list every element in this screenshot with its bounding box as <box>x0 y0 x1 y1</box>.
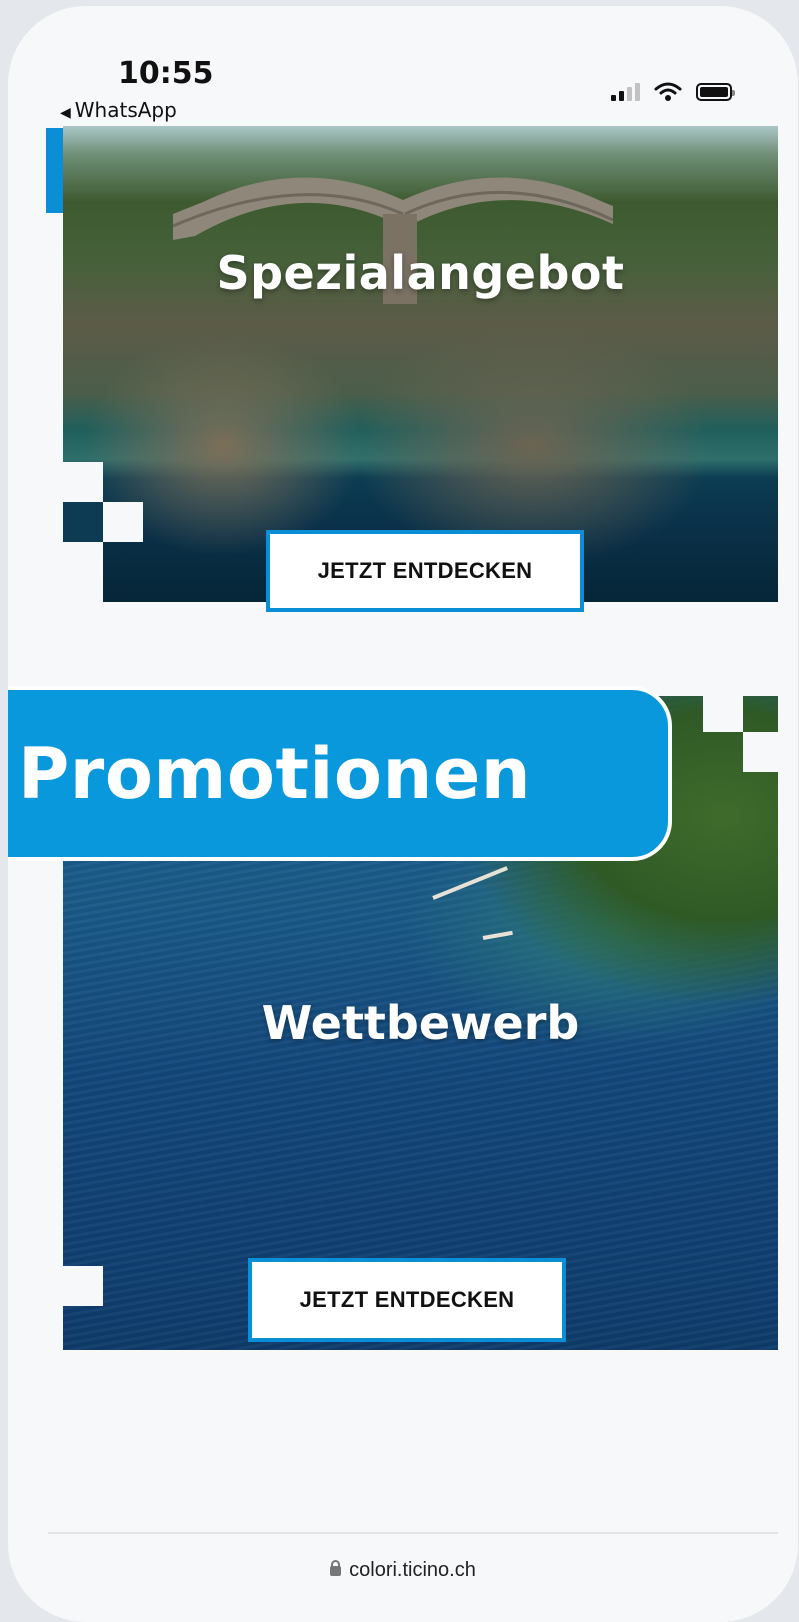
checker-block <box>63 542 103 602</box>
discover-now-button[interactable]: JETZT ENTDECKEN <box>266 530 584 612</box>
url-bar[interactable]: colori.ticino.ch <box>8 1559 798 1582</box>
back-app-label: WhatsApp <box>74 98 177 122</box>
lock-icon <box>330 1559 342 1576</box>
checker-block <box>63 1266 103 1306</box>
discover-now-button[interactable]: JETZT ENTDECKEN <box>248 1258 566 1342</box>
jetty <box>482 930 513 940</box>
back-triangle-icon: ◀ <box>60 105 71 121</box>
checker-block <box>63 502 103 542</box>
jetty <box>432 866 508 900</box>
checker-block <box>63 462 103 502</box>
status-time: 10:55 <box>118 56 214 91</box>
promo-title: Wettbewerb <box>261 996 580 1050</box>
phone-frame: 10:55 ◀ WhatsApp Spezialangebot JETZT ENT… <box>8 6 798 1622</box>
url-bar-divider <box>48 1532 778 1534</box>
promotions-banner: Promotionen <box>8 686 672 861</box>
checker-block <box>103 502 143 542</box>
banner-label: Promotionen <box>18 732 532 815</box>
battery-icon <box>696 83 735 101</box>
url-domain: colori.ticino.ch <box>349 1559 476 1581</box>
back-to-app-link[interactable]: ◀ WhatsApp <box>60 98 177 122</box>
status-icons <box>611 82 735 102</box>
wifi-icon <box>654 82 682 101</box>
checker-block <box>743 732 778 772</box>
checker-block <box>703 696 743 732</box>
promo-title: Spezialangebot <box>216 246 625 300</box>
cellular-signal-icon <box>611 83 640 101</box>
